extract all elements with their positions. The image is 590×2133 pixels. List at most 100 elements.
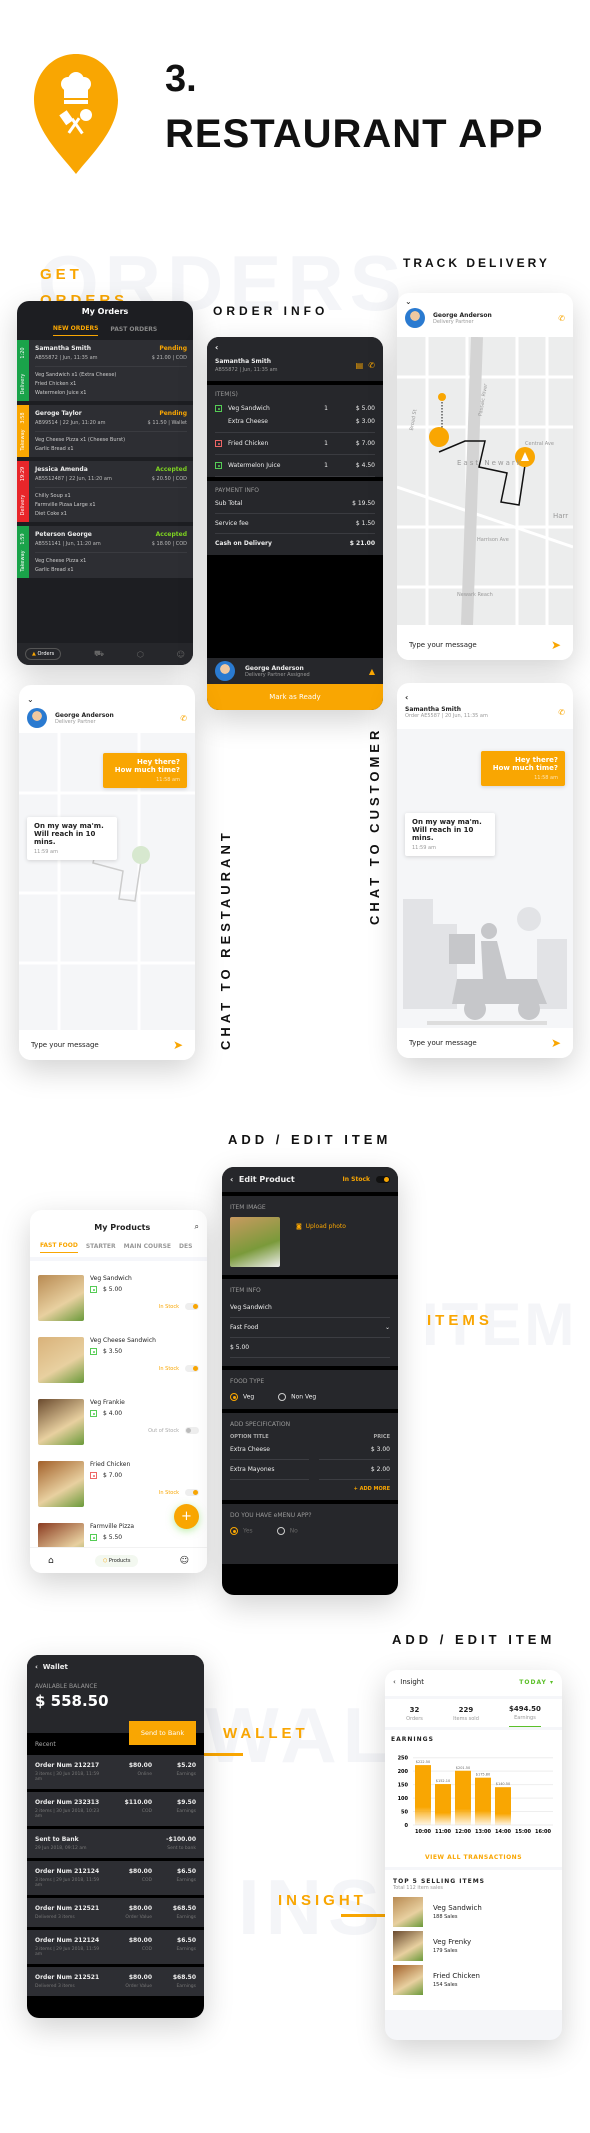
item-name-input[interactable]: Veg Sandwich [230,1298,390,1318]
no-radio[interactable]: No [276,1527,298,1535]
non-veg-radio[interactable]: Non Veg [278,1393,316,1401]
tab-past-orders[interactable]: PAST ORDERS [110,326,157,336]
call-icon[interactable]: ✆ [180,714,187,723]
restaurant-logo [32,52,120,176]
message-input[interactable]: Type your message [409,1039,477,1047]
tab-desserts[interactable]: DES [179,1243,192,1253]
message-input[interactable]: Type your message [409,641,477,649]
stock-toggle[interactable] [185,1365,199,1372]
top-selling-sub: Total 112 item sales [393,1885,444,1891]
message-input[interactable]: Type your message [31,1041,99,1049]
upload-photo-button[interactable]: ◙ Upload photo [296,1223,346,1230]
tab-new-orders[interactable]: NEW ORDERS [52,325,99,336]
order-card[interactable]: 19:29 Delivery Jessica Amenda Accepted AB5… [17,461,193,522]
transaction-row[interactable]: Order Num 232313 2 items | 30 Jun 2018, 1… [27,1792,204,1826]
transaction-row[interactable]: Order Num 212124 3 items | 29 Jun 2018, 1… [27,1930,204,1964]
box-icon[interactable]: ⬡ [137,650,144,659]
send-icon[interactable]: ➤ [173,1038,183,1052]
car-icon[interactable]: ⛟ [94,649,104,659]
transaction-row[interactable]: Sent to Bank 29 Jun 2018, 09:12 am -$100.… [27,1829,204,1858]
spec-price-input[interactable]: $ 2.00 [318,1460,390,1480]
transaction-earning-label: Earnings [176,1809,196,1814]
food-type-title: FOOD TYPE [230,1378,265,1385]
product-item[interactable]: Veg Sandwich $ 5.00 In Stock [38,1275,199,1321]
send-icon[interactable]: ➤ [551,1036,561,1050]
order-timer-strip: 1:59 Takeway [17,526,29,578]
price-input[interactable]: $ 5.00 [230,1338,390,1358]
mark-as-ready-button[interactable]: Mark as Ready [207,684,383,710]
received-line: Will reach in 10 mins. [34,830,96,846]
product-item[interactable]: Veg Cheese Sandwich $ 3.50 In Stock [38,1337,199,1383]
spec-title-input[interactable]: Extra Mayones [230,1460,309,1480]
product-item[interactable]: Veg Frankie $ 4.00 Out of Stock [38,1399,199,1445]
order-type: Takeway [20,429,26,451]
transaction-row[interactable]: Order Num 212124 3 items | 29 Jun 2018, 1… [27,1861,204,1895]
search-icon[interactable]: ⌕ [195,1222,199,1232]
transaction-amount: $80.00 [128,1974,152,1981]
yes-radio[interactable]: Yes [230,1527,253,1535]
collapse-icon[interactable]: ⌄ [397,293,573,306]
order-timer: 1:20 [20,347,26,359]
items-label: ITEMS [427,1312,493,1329]
veg-radio[interactable]: Veg [230,1393,254,1401]
back-icon[interactable]: ‹ [230,1175,233,1184]
back-icon[interactable]: ‹ [215,343,375,352]
screen-title: Insight [400,1678,424,1686]
orders-list: 1:20 Delivery Samantha Smith Pending AB558… [17,340,193,578]
view-all-transactions-link[interactable]: VIEW ALL TRANSACTIONS [391,1854,556,1861]
stock-toggle[interactable] [376,1176,390,1183]
period-dropdown[interactable]: TODAY ▾ [519,1679,554,1686]
back-icon[interactable]: ‹ [35,1663,38,1671]
send-icon[interactable]: ➤ [551,638,561,652]
back-icon[interactable]: ‹ [393,1678,396,1686]
stock-toggle[interactable] [185,1489,199,1496]
transaction-row[interactable]: Order Num 212217 3 items | 30 Jun 2018, 1… [27,1755,204,1789]
product-name: Fried Chicken [90,1461,131,1468]
add-product-button[interactable]: + [174,1504,199,1529]
order-item: Veg Cheese Pizza x1 (Cheese Burst) [35,437,126,443]
transaction-row[interactable]: Order Num 212521 Delivered 3 items $80.00… [27,1967,204,1996]
tab-main-course[interactable]: MAIN COURSE [124,1243,171,1253]
product-item[interactable]: Fried Chicken $ 7.00 In Stock [38,1461,199,1507]
stock-toggle[interactable] [185,1303,199,1310]
nav-orders-label: Orders [37,651,55,657]
received-time: 11:59 am [34,849,58,855]
spec-price-input[interactable]: $ 3.00 [318,1440,390,1460]
item-qty: 1 [324,405,328,412]
call-icon[interactable]: ✆ [558,708,565,717]
stock-toggle[interactable] [185,1427,199,1434]
stat-tab[interactable]: 229 Items sold [453,1706,479,1727]
nav-products-button[interactable]: ⬡ Products [94,1554,139,1567]
stat-tab[interactable]: 32 Orders [406,1706,423,1727]
add-more-button[interactable]: + ADD MORE [230,1486,390,1492]
navigate-icon[interactable]: ▲ [369,667,375,676]
restaurant-pin-icon [429,427,449,447]
tab-starter[interactable]: STARTER [86,1243,116,1253]
orders-bag-icon[interactable]: ⌂ [48,1556,54,1566]
tab-fast-food[interactable]: FAST FOOD [40,1242,78,1253]
phone-icon[interactable]: ✆ [368,361,375,370]
send-to-bank-button[interactable]: Send to Bank [129,1721,196,1745]
profile-icon[interactable]: ☺ [180,1556,189,1566]
stat-tab[interactable]: $494.50 Earnings [509,1705,541,1727]
transaction-method: Order Value [125,1984,152,1989]
back-icon[interactable]: ‹ [397,683,573,702]
profile-icon[interactable]: ☺ [177,650,185,659]
nav-orders-button[interactable]: ▲ Orders [25,648,62,660]
delivery-map[interactable]: East Newark Harrison Ave Central Ave Pas… [397,337,573,625]
transaction-row[interactable]: Order Num 212521 Delivered 3 items $80.00… [27,1898,204,1927]
order-card[interactable]: 3:58 Takeway Geroge Taylor Pending AB99514… [17,405,193,457]
customer-name: Samantha Smith [215,358,271,365]
collapse-icon[interactable]: ⌄ [19,685,195,704]
order-card[interactable]: 1:59 Takeway Peterson George Accepted AB55… [17,526,193,578]
veg-icon [215,462,222,469]
order-type: Delivery [20,494,26,516]
order-card[interactable]: 1:20 Delivery Samantha Smith Pending AB558… [17,340,193,401]
call-icon[interactable]: ✆ [558,314,565,323]
spec-title-input[interactable]: Extra Cheese [230,1440,309,1460]
order-amount: $ 21.00 | COD [151,355,187,361]
transaction-method: Online [137,1772,152,1777]
radio-icon [230,1527,238,1535]
chat-icon[interactable]: ▤ [356,361,364,370]
category-select[interactable]: Fast Food ⌄ [230,1318,390,1338]
